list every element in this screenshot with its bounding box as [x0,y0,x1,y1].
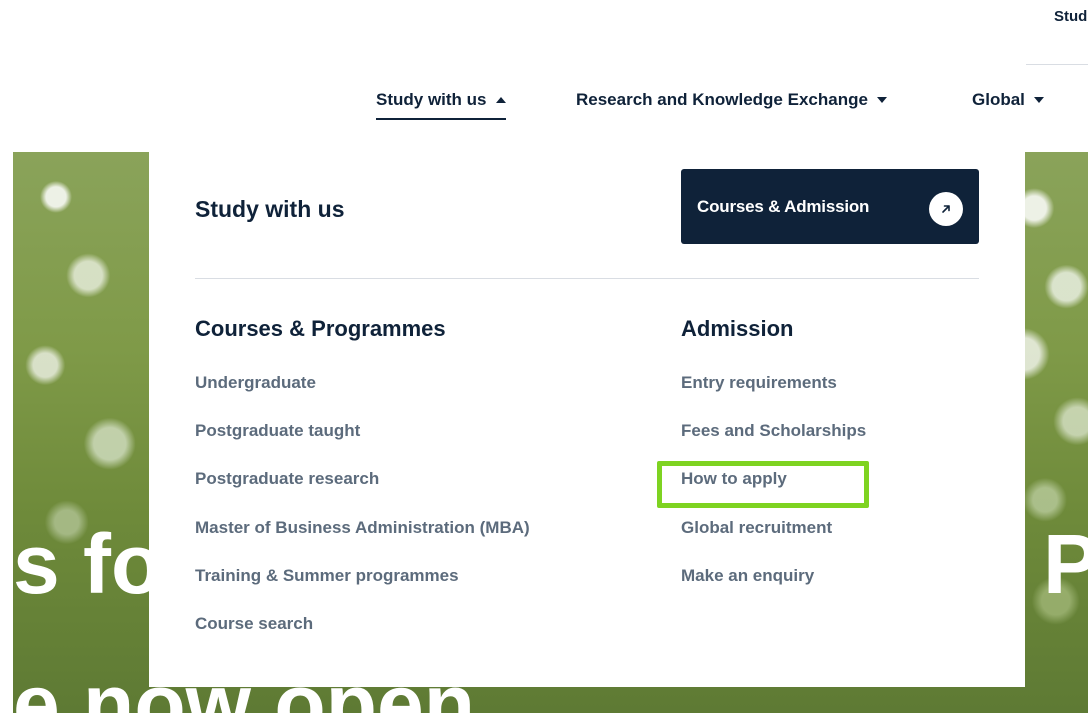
arrow-up-right-icon [929,192,963,226]
study-with-us-dropdown: Study with us Courses & Admission Course… [149,152,1025,687]
caret-up-icon [495,97,506,103]
nav-item-research-and-knowledge-exchange[interactable]: Research and Knowledge Exchange [576,82,887,118]
courses-programmes-links: Undergraduate Postgraduate taught Postgr… [195,373,530,662]
courses-programmes-column: Courses & Programmes Undergraduate Postg… [195,316,530,662]
link-entry-requirements[interactable]: Entry requirements [681,373,866,421]
courses-admission-label: Courses & Admission [697,196,870,216]
link-postgraduate-taught[interactable]: Postgraduate taught [195,421,530,469]
link-mba[interactable]: Master of Business Administration (MBA) [195,518,530,566]
link-training-summer-programmes[interactable]: Training & Summer programmes [195,566,530,614]
link-fees-and-scholarships[interactable]: Fees and Scholarships [681,421,866,469]
hero-heading-fragment-right: P [1043,517,1088,611]
top-divider [1026,64,1088,65]
admission-links: Entry requirements Fees and Scholarships… [681,373,866,614]
top-utility-link[interactable]: Stud [1054,8,1087,25]
link-global-recruitment[interactable]: Global recruitment [681,518,866,566]
nav-item-global[interactable]: Global [972,82,1044,118]
main-navigation: Study with us Research and Knowledge Exc… [0,82,1088,122]
dropdown-divider [195,278,979,279]
hero-heading-fragment-left: s fo [13,517,163,611]
column-heading: Courses & Programmes [195,316,446,341]
link-postgraduate-research[interactable]: Postgraduate research [195,469,530,517]
caret-down-icon [1033,97,1044,103]
nav-item-label: Study with us [376,90,487,109]
caret-down-icon [876,97,887,103]
link-how-to-apply[interactable]: How to apply [681,469,866,517]
nav-item-label: Research and Knowledge Exchange [576,90,868,109]
link-course-search[interactable]: Course search [195,614,530,662]
courses-admission-button[interactable]: Courses & Admission [681,169,979,244]
nav-item-label: Global [972,90,1025,109]
column-heading: Admission [681,316,794,341]
link-make-an-enquiry[interactable]: Make an enquiry [681,566,866,614]
admission-column: Admission Entry requirements Fees and Sc… [681,316,866,614]
link-undergraduate[interactable]: Undergraduate [195,373,530,421]
dropdown-title: Study with us [195,196,345,222]
nav-item-study-with-us[interactable]: Study with us [376,82,506,120]
